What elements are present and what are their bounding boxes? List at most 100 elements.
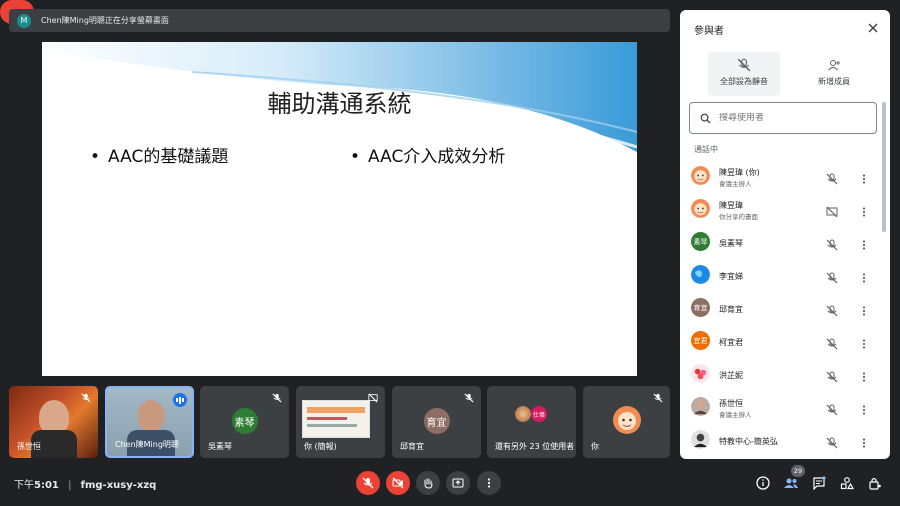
participant-name: 吳素琴 (719, 239, 743, 248)
mute-all-button[interactable]: 全部設為靜音 (708, 52, 780, 96)
search-box[interactable] (689, 102, 877, 134)
presentation-tile[interactable]: 你 (簡報) (296, 386, 385, 458)
avatar (691, 430, 710, 449)
avatar: 宜君 (691, 331, 710, 350)
more-vert-icon[interactable] (858, 203, 870, 217)
avatar (691, 265, 710, 284)
tile-name: 還有另外 23 位使用者 (495, 442, 575, 451)
participant-row[interactable]: 素琴 吳素琴 (680, 228, 890, 261)
avatar (515, 406, 531, 422)
close-icon[interactable] (866, 21, 880, 35)
present-off-icon[interactable] (826, 203, 838, 218)
participant-name: 特教中心-簡英弘 (719, 437, 778, 446)
participant-tile[interactable]: 育宜 邱育宜 (392, 386, 481, 458)
participant-row[interactable]: 宜君 柯宜君 (680, 327, 890, 360)
people-button[interactable]: 29 (782, 465, 805, 492)
host-controls-button[interactable] (866, 474, 884, 492)
mic-off-icon[interactable] (826, 368, 838, 383)
present-off-icon (368, 393, 378, 403)
presenter-avatar: M (17, 13, 31, 28)
avatar (691, 364, 710, 383)
thumbnail-bar (307, 424, 357, 427)
mic-off-icon[interactable] (826, 335, 838, 350)
thumbnail-bar (307, 407, 365, 413)
avatar (613, 406, 641, 434)
people-icon (784, 478, 798, 488)
more-options-button[interactable] (477, 471, 501, 495)
time-prefix: 下午 (14, 480, 34, 491)
mic-off-icon[interactable] (826, 401, 838, 416)
camera-toggle-button[interactable] (386, 471, 410, 495)
camera-off-icon (392, 477, 404, 489)
participant-tile[interactable]: 孫世恒 (9, 386, 98, 458)
more-vert-icon[interactable] (858, 368, 870, 382)
more-vert-icon[interactable] (858, 335, 870, 349)
mic-toggle-button[interactable] (356, 471, 380, 495)
search-input[interactable] (719, 113, 859, 123)
meeting-details-button[interactable] (754, 474, 772, 492)
mic-off-icon[interactable] (826, 170, 838, 185)
more-vert-icon (487, 478, 491, 488)
chat-button[interactable] (810, 474, 828, 492)
self-tile[interactable]: 你 (583, 386, 670, 458)
person-add-icon (828, 60, 840, 71)
others-tile[interactable]: 仕偉 還有另外 23 位使用者 (487, 386, 576, 458)
tile-name: 你 (簡報) (304, 442, 337, 451)
participant-tile[interactable]: 素琴 吳素琴 (200, 386, 289, 458)
current-time: 5:01 (34, 480, 59, 491)
mic-off-icon (464, 393, 474, 403)
activities-icon (840, 477, 854, 490)
participant-row[interactable]: 孫世恒 會議主辦人 (680, 393, 890, 426)
avatar (691, 397, 710, 416)
mic-off-icon[interactable] (826, 269, 838, 284)
participant-name: 邱育宜 (719, 305, 743, 314)
info-icon (756, 476, 770, 490)
tile-name: 你 (591, 442, 599, 451)
add-person-button[interactable]: 新增成員 (798, 52, 870, 96)
avatar (691, 166, 710, 185)
participant-row[interactable]: 李宜娣 (680, 261, 890, 294)
participant-name: 柯宜君 (719, 338, 743, 347)
more-vert-icon[interactable] (858, 269, 870, 283)
panel-title: 參與者 (694, 26, 724, 37)
participant-row[interactable]: 陳昱瑋 你分享的畫面 (680, 195, 890, 228)
more-vert-icon[interactable] (858, 302, 870, 316)
participant-row[interactable]: 陳昱瑋 (你) 會議主辦人 (680, 162, 890, 195)
slide-bullet-1: AAC的基礎議題 (90, 142, 228, 167)
participant-name: 洪芷妮 (719, 371, 743, 380)
presenting-banner: M Chen陳Ming明聰正在分享螢幕畫面 (9, 9, 670, 32)
participant-name: 陳昱瑋 (你) (719, 168, 760, 177)
activities-button[interactable] (838, 474, 856, 492)
more-vert-icon[interactable] (858, 401, 870, 415)
mic-off-icon (81, 393, 91, 403)
avatar: 育宜 (691, 298, 710, 317)
more-vert-icon[interactable] (858, 236, 870, 250)
mute-all-label: 全部設為靜音 (720, 77, 768, 86)
participant-count-badge: 29 (791, 465, 805, 477)
participant-row[interactable]: 特教中心-簡英弘 (680, 426, 890, 459)
participant-row[interactable]: 育宜 邱育宜 (680, 294, 890, 327)
participant-name: 陳昱瑋 (719, 201, 743, 210)
participant-role: 你分享的畫面 (719, 213, 758, 221)
mic-off-icon (653, 393, 663, 403)
add-person-label: 新增成員 (818, 77, 850, 86)
tile-name: 孫世恒 (17, 442, 41, 451)
participant-video (39, 400, 69, 434)
avatar: 育宜 (423, 408, 450, 434)
lock-person-icon (869, 477, 881, 490)
present-icon (452, 478, 464, 488)
mic-off-icon (272, 393, 282, 403)
speaking-indicator-icon (173, 393, 187, 407)
participant-video (137, 400, 165, 432)
avatar: 素琴 (691, 232, 710, 251)
meeting-info: 下午5:01 | fmg-xusy-xzq (14, 476, 156, 491)
raise-hand-button[interactable] (416, 471, 440, 495)
more-vert-icon[interactable] (858, 434, 870, 448)
participant-tile-speaking[interactable]: Chen陳Ming明聰 (105, 386, 194, 458)
present-button[interactable] (446, 471, 470, 495)
more-vert-icon[interactable] (858, 170, 870, 184)
mic-off-icon[interactable] (826, 434, 838, 449)
participant-row[interactable]: 洪芷妮 (680, 360, 890, 393)
mic-off-icon[interactable] (826, 302, 838, 317)
mic-off-icon[interactable] (826, 236, 838, 251)
